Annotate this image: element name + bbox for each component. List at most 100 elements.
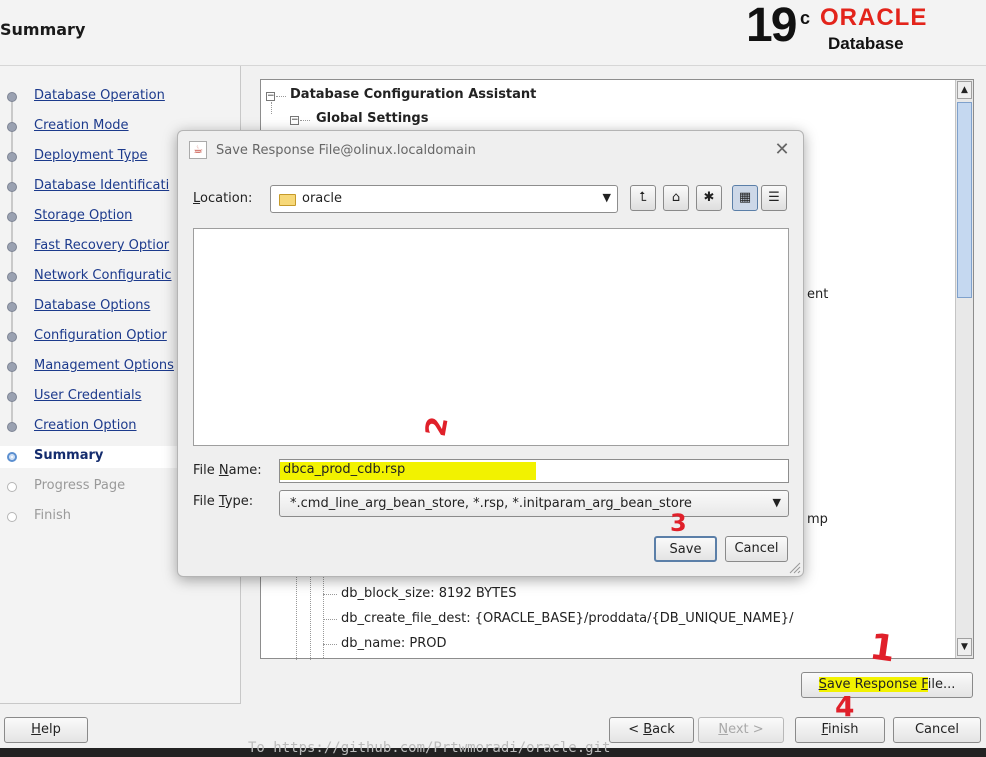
- nav-step-label: Progress Page: [34, 478, 126, 493]
- tree-leaf-db-create-file-dest: db_create_file_dest: {ORACLE_BASE}/prodd…: [341, 611, 794, 626]
- nav-step-label: Storage Option: [34, 208, 133, 223]
- step-done-icon: [7, 422, 17, 432]
- dialog-cancel-button[interactable]: Cancel: [725, 536, 788, 562]
- folder-icon: [279, 194, 296, 206]
- step-pending-icon: [7, 512, 17, 522]
- annotation-step-3: 3: [670, 509, 687, 537]
- step-done-icon: [7, 212, 17, 222]
- nav-step-label: Fast Recovery Optior: [34, 238, 170, 253]
- scroll-down-icon[interactable]: ▼: [957, 638, 972, 656]
- step-done-icon: [7, 392, 17, 402]
- cancel-button[interactable]: Cancel: [893, 717, 981, 743]
- file-type-label-prefix: File: [193, 494, 219, 509]
- save-response-file-dialog: ☕ Save Response File@olinux.localdomain …: [177, 130, 804, 577]
- step-current-icon: [7, 452, 17, 462]
- mnemonic-b: B: [643, 722, 653, 737]
- step-pending-icon: [7, 482, 17, 492]
- nav-step-label: Database Identificati: [34, 178, 170, 193]
- resize-grip-icon[interactable]: [787, 560, 801, 574]
- vertical-scrollbar[interactable]: ▲ ▼: [955, 80, 973, 658]
- finish-label: inish: [828, 722, 859, 737]
- location-dropdown[interactable]: oracle ▼: [270, 185, 618, 213]
- file-name-input[interactable]: dbca_prod_cdb.rsp: [279, 459, 789, 483]
- step-done-icon: [7, 362, 17, 372]
- scroll-thumb[interactable]: [957, 102, 972, 298]
- nav-step-label: Creation Mode: [34, 118, 129, 133]
- file-type-dropdown[interactable]: *.cmd_line_arg_bean_store, *.rsp, *.init…: [279, 490, 789, 517]
- next-button[interactable]: Next >: [698, 717, 784, 743]
- list-view-icon[interactable]: ▦: [732, 185, 758, 211]
- back-button[interactable]: < Back: [609, 717, 694, 743]
- up-folder-icon[interactable]: ⮤: [630, 185, 656, 211]
- file-name-label-suffix: ame:: [228, 463, 262, 478]
- nav-step-label: Deployment Type: [34, 148, 148, 163]
- logo-product: Database: [828, 34, 904, 53]
- file-name-label-prefix: File: [193, 463, 219, 478]
- file-list[interactable]: [193, 228, 789, 446]
- annotation-step-4: 4: [835, 690, 855, 723]
- tree-leaf-db-name: db_name: PROD: [341, 636, 447, 651]
- annotation-step-1: 1: [867, 626, 898, 671]
- mnemonic-n: N: [218, 463, 229, 478]
- nav-step-database-operation[interactable]: Database Operation: [0, 86, 240, 108]
- tree-connector: [271, 102, 272, 114]
- logo-brand: ORACLE: [820, 4, 928, 31]
- chevron-down-icon: ▼: [602, 191, 611, 204]
- dialog-title: Save Response File@olinux.localdomain: [216, 143, 476, 158]
- tree-partial-label: mp: [807, 512, 828, 527]
- collapse-icon[interactable]: −: [266, 92, 275, 101]
- collapse-icon[interactable]: −: [290, 116, 299, 125]
- nav-step-label: User Credentials: [34, 388, 142, 403]
- save-response-label-end: ile...: [927, 677, 956, 692]
- nav-step-label: Database Operation: [34, 88, 165, 103]
- help-label: elp: [40, 722, 61, 737]
- nav-step-label: Summary: [34, 448, 104, 463]
- step-done-icon: [7, 92, 17, 102]
- details-view-icon[interactable]: ☰: [761, 185, 787, 211]
- nav-step-label: Finish: [34, 508, 72, 523]
- tree-leaf-db-block-size: db_block_size: 8192 BYTES: [341, 586, 517, 601]
- location-label: Location:: [193, 191, 252, 206]
- chevron-down-icon: ▼: [772, 496, 781, 509]
- close-icon[interactable]: ✕: [771, 139, 793, 161]
- java-icon: ☕: [189, 141, 207, 159]
- step-done-icon: [7, 332, 17, 342]
- save-response-file-button[interactable]: Save Response File...: [801, 672, 973, 698]
- mnemonic-s: S: [818, 677, 827, 692]
- back-arrow: <: [628, 722, 644, 737]
- home-icon[interactable]: ⌂: [663, 185, 689, 211]
- step-done-icon: [7, 122, 17, 132]
- oracle-logo: 19 c ORACLE Database: [742, 0, 974, 60]
- nav-step-label: Network Configuratic: [34, 268, 172, 283]
- nav-step-label: Creation Option: [34, 418, 137, 433]
- step-done-icon: [7, 272, 17, 282]
- location-value: oracle: [302, 191, 343, 206]
- tree-connector: [323, 644, 337, 645]
- file-name-label: File Name:: [193, 463, 262, 478]
- help-button[interactable]: Help: [4, 717, 88, 743]
- terminal-text: To https://github.com/Prtwmoradi/oracle.…: [248, 740, 611, 756]
- step-done-icon: [7, 182, 17, 192]
- file-type-label: File Type:: [193, 494, 253, 509]
- nav-step-label: Database Options: [34, 298, 151, 313]
- nav-step-label: Configuration Optior: [34, 328, 167, 343]
- header-bar: Summary 19 c ORACLE Database: [0, 0, 986, 66]
- mnemonic-h: H: [31, 722, 41, 737]
- new-folder-icon[interactable]: ✱: [696, 185, 722, 211]
- file-name-value: dbca_prod_cdb.rsp: [283, 462, 406, 477]
- scroll-up-icon[interactable]: ▲: [957, 81, 972, 99]
- logo-version: 19: [746, 0, 797, 52]
- tree-partial-label: ent: [807, 287, 829, 302]
- mnemonic-n: N: [718, 722, 729, 737]
- tree-connector: [276, 96, 286, 97]
- file-type-label-suffix: ype:: [224, 494, 254, 509]
- dialog-titlebar[interactable]: ☕ Save Response File@olinux.localdomain …: [178, 131, 803, 171]
- nav-step-label: Management Options: [34, 358, 174, 373]
- next-label: ext >: [728, 722, 764, 737]
- mnemonic-l: L: [193, 191, 201, 206]
- save-button[interactable]: Save: [654, 536, 717, 562]
- tree-connector: [323, 619, 337, 620]
- logo-superscript: c: [800, 8, 811, 28]
- step-done-icon: [7, 242, 17, 252]
- file-type-value: *.cmd_line_arg_bean_store, *.rsp, *.init…: [290, 496, 692, 511]
